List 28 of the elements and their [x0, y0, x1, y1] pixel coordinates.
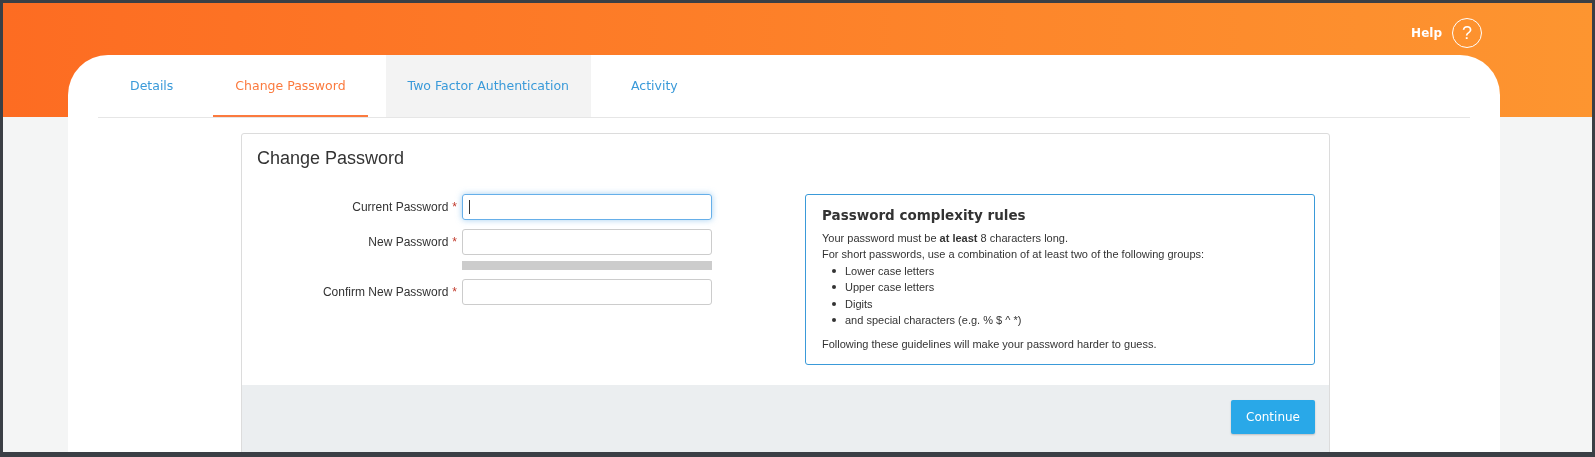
- field-label: New Password: [368, 235, 449, 249]
- password-field[interactable]: [462, 279, 712, 305]
- rules-text: For short passwords, use a combination of at least two of the following groups:: [822, 247, 1206, 262]
- rule-item: Lower case letters: [845, 263, 935, 279]
- password-field[interactable]: [462, 194, 712, 220]
- tab[interactable]: Details: [108, 55, 196, 117]
- bullet-icon: [832, 318, 836, 323]
- field-label: Current Password: [352, 200, 449, 214]
- rule-item: Upper case letters: [845, 280, 935, 295]
- rule-item: and special characters (e.g. % $ ^ *): [845, 313, 1022, 328]
- tab[interactable]: Activity: [609, 55, 700, 117]
- rules-title: Password complexity rules: [822, 207, 1027, 224]
- required-mark: *: [452, 235, 457, 249]
- rules-text: Your password must be at least 8 characters long.: [822, 230, 1070, 246]
- help-link[interactable]: Help: [1411, 26, 1442, 40]
- required-mark: *: [452, 285, 457, 299]
- tab[interactable]: Change Password: [213, 55, 368, 117]
- password-field[interactable]: [462, 229, 712, 255]
- field-label: Confirm New Password: [322, 285, 449, 299]
- bullet-icon: [832, 268, 836, 273]
- tab[interactable]: Two Factor Authentication: [385, 55, 591, 117]
- rules-text: Following these guidelines will make your password harder to guess.: [822, 336, 1158, 352]
- bullet-icon: [832, 301, 836, 306]
- rule-item: Digits: [845, 296, 873, 312]
- required-mark: *: [452, 200, 457, 214]
- continue-button[interactable]: Continue: [1231, 400, 1315, 434]
- panel-title: Change Password: [256, 147, 406, 170]
- bullet-icon: [832, 285, 836, 290]
